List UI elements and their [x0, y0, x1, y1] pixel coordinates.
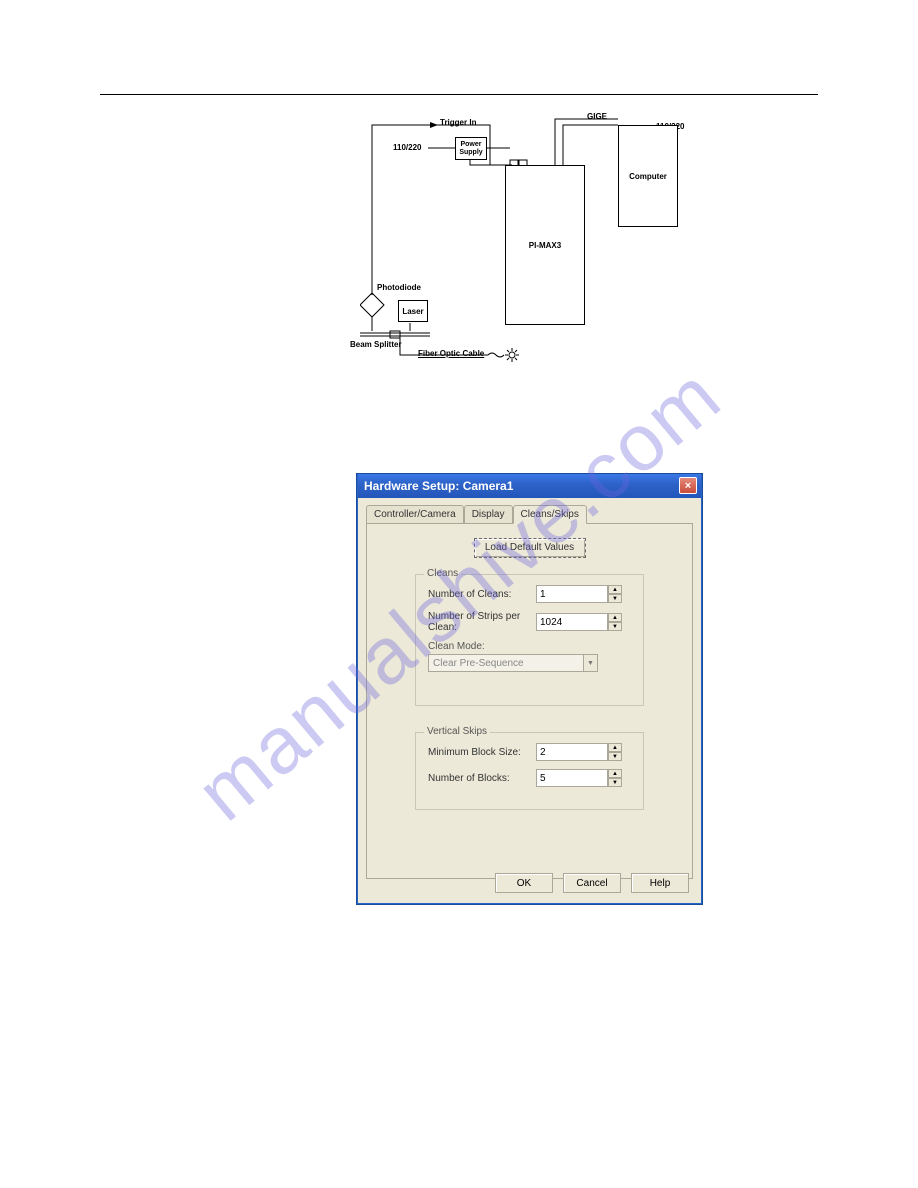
num-cleans-down-icon[interactable]: ▼: [608, 594, 622, 603]
num-blocks-input[interactable]: [536, 769, 608, 787]
computer-box: Computer: [618, 125, 678, 227]
num-blocks-up-icon[interactable]: ▲: [608, 769, 622, 778]
num-strips-input[interactable]: [536, 613, 608, 631]
load-default-values-button[interactable]: Load Default Values: [474, 538, 586, 558]
min-block-label: Minimum Block Size:: [428, 747, 536, 758]
header-rule: [100, 94, 818, 95]
min-block-up-icon[interactable]: ▲: [608, 743, 622, 752]
vertical-skips-group: Vertical Skips Minimum Block Size: ▲ ▼ N…: [415, 732, 644, 810]
skips-group-title: Vertical Skips: [424, 726, 490, 737]
v110220-left-label: 110/220: [393, 143, 421, 152]
num-strips-up-icon[interactable]: ▲: [608, 613, 622, 622]
num-strips-down-icon[interactable]: ▼: [608, 622, 622, 631]
tab-strip: Controller/Camera Display Cleans/Skips: [358, 498, 701, 523]
ok-button[interactable]: OK: [495, 873, 553, 893]
pimax3-box: PI-MAX3: [505, 165, 585, 325]
laser-box: Laser: [398, 300, 428, 322]
min-block-input[interactable]: [536, 743, 608, 761]
fiber-optic-label: Fiber Optic Cable: [418, 349, 484, 358]
power-supply-box: Power Supply: [455, 137, 487, 160]
dialog-buttons: OK Cancel Help: [495, 873, 689, 893]
num-blocks-label: Number of Blocks:: [428, 773, 536, 784]
gige-label: GIGE: [587, 112, 607, 121]
photodiode-label: Photodiode: [377, 283, 421, 292]
num-blocks-spinner[interactable]: ▲ ▼: [536, 769, 622, 787]
tab-controller-camera[interactable]: Controller/Camera: [366, 505, 464, 524]
beam-splitter-label: Beam Splitter: [350, 340, 402, 349]
num-strips-spinner[interactable]: ▲ ▼: [536, 613, 622, 631]
trigger-in-label: Trigger In: [440, 118, 476, 127]
clean-mode-value: Clear Pre-Sequence: [433, 658, 524, 669]
dialog-title: Hardware Setup: Camera1: [364, 479, 513, 493]
num-cleans-input[interactable]: [536, 585, 608, 603]
close-icon[interactable]: ×: [679, 477, 697, 494]
num-cleans-spinner[interactable]: ▲ ▼: [536, 585, 622, 603]
min-block-spinner[interactable]: ▲ ▼: [536, 743, 622, 761]
clean-mode-select[interactable]: Clear Pre-Sequence ▼: [428, 654, 598, 672]
schematic-diagram: Trigger In GIGE 110/220 110/220 Power Su…: [360, 115, 710, 375]
help-button[interactable]: Help: [631, 873, 689, 893]
tab-display[interactable]: Display: [464, 505, 513, 524]
min-block-down-icon[interactable]: ▼: [608, 752, 622, 761]
num-cleans-up-icon[interactable]: ▲: [608, 585, 622, 594]
num-blocks-down-icon[interactable]: ▼: [608, 778, 622, 787]
num-cleans-label: Number of Cleans:: [428, 589, 536, 600]
chevron-down-icon: ▼: [583, 655, 597, 671]
hardware-setup-dialog: Hardware Setup: Camera1 × Controller/Cam…: [357, 474, 702, 904]
cancel-button[interactable]: Cancel: [563, 873, 621, 893]
cleans-group-title: Cleans: [424, 568, 461, 579]
cleans-skips-panel: Load Default Values Cleans Number of Cle…: [366, 523, 693, 879]
cleans-group: Cleans Number of Cleans: ▲ ▼ Number of S…: [415, 574, 644, 706]
dialog-titlebar[interactable]: Hardware Setup: Camera1 ×: [358, 474, 701, 498]
clean-mode-label: Clean Mode:: [428, 641, 631, 652]
num-strips-label: Number of Strips per Clean:: [428, 611, 536, 633]
tab-cleans-skips[interactable]: Cleans/Skips: [513, 505, 587, 524]
